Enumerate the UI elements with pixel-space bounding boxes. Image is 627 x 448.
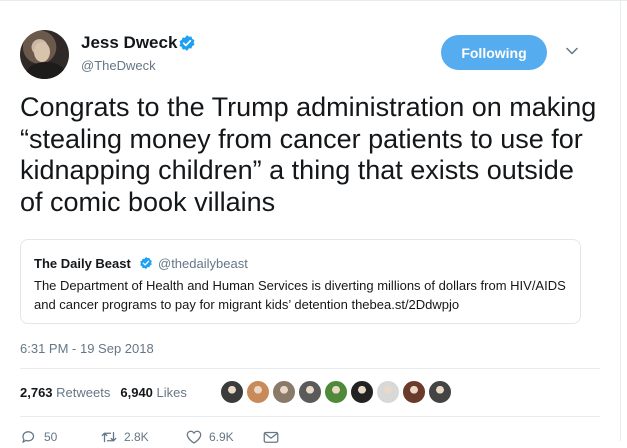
liker-avatar[interactable]: [220, 380, 244, 404]
author-avatar[interactable]: [20, 30, 69, 79]
chevron-down-icon[interactable]: [566, 47, 578, 55]
tweet-timestamp[interactable]: 6:31 PM - 19 Sep 2018: [20, 341, 154, 356]
avatar-face: [34, 42, 50, 62]
retweets-count: 2,763: [20, 385, 53, 400]
quoted-tweet-text: The Department of Health and Human Servi…: [34, 278, 566, 312]
right-edge: [620, 0, 621, 441]
retweet-button[interactable]: 2.8K: [100, 428, 149, 446]
liker-avatar[interactable]: [324, 380, 348, 404]
stats-divider-top: [20, 368, 600, 369]
top-divider: [0, 0, 627, 1]
author-name[interactable]: Jess Dweck: [81, 33, 177, 53]
liker-avatar[interactable]: [402, 380, 426, 404]
author-handle[interactable]: @TheDweck: [81, 58, 156, 73]
tweet-text: Congrats to the Trump administration on …: [20, 92, 597, 217]
retweets-stat[interactable]: 2,763 Retweets: [20, 385, 110, 400]
engagement-stats: 2,763 Retweets 6,940 Likes: [20, 385, 187, 400]
retweets-label: Retweets: [56, 385, 111, 400]
likes-label: Likes: [156, 385, 187, 400]
retweet-count: 2.8K: [124, 430, 149, 444]
reply-count: 50: [44, 430, 58, 444]
likes-stat[interactable]: 6,940 Likes: [120, 385, 187, 400]
direct-message-button[interactable]: [262, 428, 280, 446]
quoted-author-handle: @thedailybeast: [158, 256, 248, 271]
reply-icon: [22, 431, 35, 443]
quoted-verified-badge-icon: [140, 256, 152, 270]
liker-avatar[interactable]: [272, 380, 296, 404]
liker-avatar[interactable]: [298, 380, 322, 404]
quoted-author-name: The Daily Beast: [34, 256, 131, 271]
liker-avatar[interactable]: [350, 380, 374, 404]
liker-avatar[interactable]: [246, 380, 270, 404]
following-button[interactable]: Following: [441, 35, 547, 70]
avatar-shoulder: [26, 62, 66, 79]
envelope-icon: [263, 431, 279, 443]
like-count: 6.9K: [209, 430, 234, 444]
heart-icon: [186, 430, 202, 444]
like-button[interactable]: 6.9K: [185, 428, 234, 446]
verified-badge-icon: [179, 35, 195, 51]
liker-avatar[interactable]: [428, 380, 452, 404]
likes-count: 6,940: [120, 385, 153, 400]
stats-divider-bottom: [20, 416, 600, 417]
retweet-icon: [101, 431, 117, 443]
reply-button[interactable]: 50: [20, 428, 57, 446]
quoted-tweet-card[interactable]: The Daily Beast @thedailybeast The Depar…: [20, 239, 581, 324]
liker-avatar[interactable]: [376, 380, 400, 404]
